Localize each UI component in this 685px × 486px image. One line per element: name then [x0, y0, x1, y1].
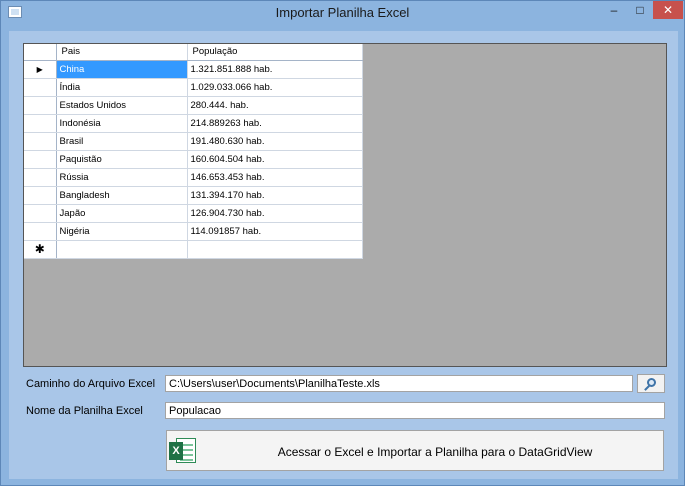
cell-pais[interactable]: Índia	[56, 78, 188, 97]
cell-pais[interactable]: Estados Unidos	[56, 96, 188, 115]
path-input[interactable]	[165, 375, 633, 392]
sheet-label: Nome da Planilha Excel	[26, 405, 143, 417]
sheet-input[interactable]	[165, 402, 665, 419]
grid-table: Pais População ▶ China 1.321.851.888 hab…	[24, 44, 363, 259]
table-row[interactable]: Brasil 191.480.630 hab.	[24, 132, 363, 151]
window-title: Importar Planilha Excel	[275, 5, 410, 20]
minimize-button[interactable]: –	[601, 1, 627, 19]
data-grid-view[interactable]: Pais População ▶ China 1.321.851.888 hab…	[23, 43, 667, 367]
cell-populacao[interactable]: 114.091857 hab.	[187, 222, 363, 241]
table-row[interactable]: Indonésia 214.889263 hab.	[24, 114, 363, 133]
main-window: Importar Planilha Excel – □ ✕ Pais Popul…	[0, 0, 685, 486]
new-cell-pais[interactable]	[56, 240, 188, 259]
cell-pais[interactable]: Nigéria	[56, 222, 188, 241]
excel-icon: X	[169, 437, 196, 465]
column-header-populacao[interactable]: População	[187, 44, 363, 61]
cell-populacao[interactable]: 214.889263 hab.	[187, 114, 363, 133]
row-header[interactable]	[24, 168, 57, 187]
row-header[interactable]	[24, 186, 57, 205]
cell-pais[interactable]: Indonésia	[56, 114, 188, 133]
cell-populacao[interactable]: 1.029.033.066 hab.	[187, 78, 363, 97]
maximize-button[interactable]: □	[627, 1, 653, 19]
row-header[interactable]	[24, 222, 57, 241]
cell-pais[interactable]: Brasil	[56, 132, 188, 151]
table-row[interactable]: Índia 1.029.033.066 hab.	[24, 78, 363, 97]
new-row[interactable]: ✱	[24, 240, 363, 259]
table-row[interactable]: Japão 126.904.730 hab.	[24, 204, 363, 223]
magnifier-handle	[644, 385, 650, 391]
header-row: Pais População	[24, 44, 363, 61]
cell-pais[interactable]: China	[56, 60, 188, 79]
import-button-label: Acessar o Excel e Importar a Planilha pa…	[277, 445, 593, 459]
cell-populacao[interactable]: 146.653.453 hab.	[187, 168, 363, 187]
cell-pais[interactable]: Paquistão	[56, 150, 188, 169]
new-row-header[interactable]: ✱	[24, 240, 57, 259]
client-area: Pais População ▶ China 1.321.851.888 hab…	[9, 31, 678, 479]
import-button[interactable]: X Acessar o Excel e Importar a Planilha …	[166, 430, 664, 471]
new-cell-populacao[interactable]	[187, 240, 363, 259]
cell-populacao[interactable]: 191.480.630 hab.	[187, 132, 363, 151]
table-row[interactable]: Bangladesh 131.394.170 hab.	[24, 186, 363, 205]
excel-letter: X	[169, 442, 183, 460]
corner-header-cell[interactable]	[24, 44, 57, 61]
table-row[interactable]: Paquistão 160.604.504 hab.	[24, 150, 363, 169]
cell-populacao[interactable]: 126.904.730 hab.	[187, 204, 363, 223]
row-header[interactable]	[24, 204, 57, 223]
cell-populacao[interactable]: 1.321.851.888 hab.	[187, 60, 363, 79]
cell-pais[interactable]: Japão	[56, 204, 188, 223]
cell-populacao[interactable]: 280.444. hab.	[187, 96, 363, 115]
table-row[interactable]: Estados Unidos 280.444. hab.	[24, 96, 363, 115]
row-header[interactable]	[24, 114, 57, 133]
row-header[interactable]	[24, 78, 57, 97]
cell-pais[interactable]: Rússia	[56, 168, 188, 187]
close-button[interactable]: ✕	[653, 1, 683, 19]
cell-pais[interactable]: Bangladesh	[56, 186, 188, 205]
row-header[interactable]	[24, 96, 57, 115]
browse-button[interactable]	[637, 374, 665, 393]
row-header[interactable]	[24, 150, 57, 169]
table-row[interactable]: Rússia 146.653.453 hab.	[24, 168, 363, 187]
cell-populacao[interactable]: 131.394.170 hab.	[187, 186, 363, 205]
table-row[interactable]: ▶ China 1.321.851.888 hab.	[24, 60, 363, 79]
title-bar[interactable]: Importar Planilha Excel – □ ✕	[1, 1, 684, 25]
path-label: Caminho do Arquivo Excel	[26, 378, 156, 390]
row-header-current[interactable]: ▶	[24, 60, 57, 79]
table-row[interactable]: Nigéria 114.091857 hab.	[24, 222, 363, 241]
cell-populacao[interactable]: 160.604.504 hab.	[187, 150, 363, 169]
column-header-pais[interactable]: Pais	[56, 44, 188, 61]
row-header[interactable]	[24, 132, 57, 151]
